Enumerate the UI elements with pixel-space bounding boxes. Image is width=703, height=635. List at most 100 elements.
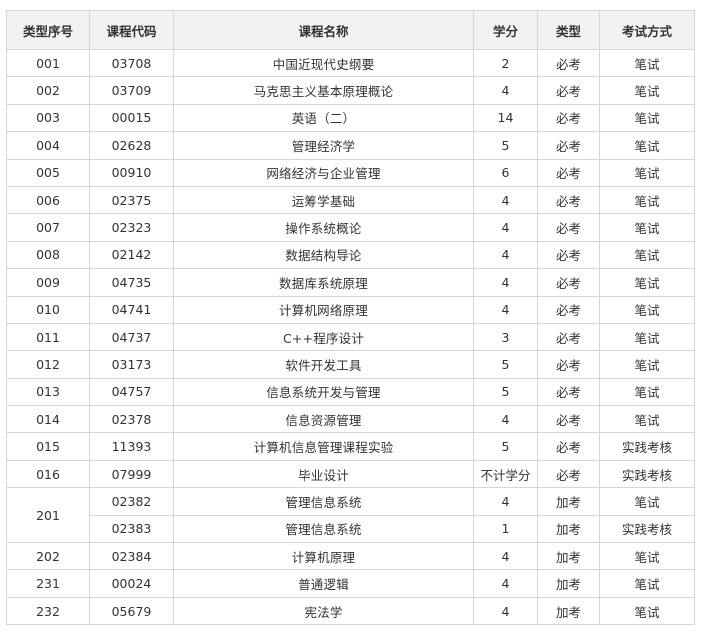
seq-cell: 202 — [6, 542, 90, 571]
name-cell: 信息资源管理 — [173, 405, 474, 434]
name-cell: 操作系统概论 — [173, 213, 474, 242]
exam-cell: 笔试 — [599, 569, 695, 598]
credit-cell: 5 — [473, 350, 538, 379]
credit-cell: 4 — [473, 487, 538, 516]
code-cell: 02378 — [89, 405, 174, 434]
credit-cell: 4 — [473, 295, 538, 324]
seq-cell: 232 — [6, 596, 90, 626]
name-cell: 英语（二） — [173, 103, 474, 133]
code-cell: 02628 — [89, 131, 174, 160]
credit-cell: 4 — [473, 569, 538, 598]
name-cell: 计算机网络原理 — [173, 295, 474, 324]
seq-cell: 013 — [6, 377, 90, 407]
table-row: 232 05679 宪法学 4 加考 笔试 — [6, 596, 695, 626]
seq-cell: 007 — [6, 213, 90, 242]
type-cell: 必考 — [537, 459, 600, 489]
header-name: 课程名称 — [173, 10, 474, 50]
type-cell: 必考 — [537, 268, 600, 297]
exam-cell: 笔试 — [599, 185, 695, 215]
name-cell: 数据库系统原理 — [173, 268, 474, 297]
name-cell: 管理经济学 — [173, 131, 474, 160]
header-type: 类型 — [537, 10, 600, 50]
credit-cell: 5 — [473, 131, 538, 160]
seq-cell: 008 — [6, 240, 90, 270]
name-cell: 计算机原理 — [173, 542, 474, 571]
type-cell: 必考 — [537, 377, 600, 407]
seq-cell: 012 — [6, 350, 90, 379]
type-cell: 必考 — [537, 131, 600, 160]
code-cell: 00015 — [89, 103, 174, 133]
table-row: 201 02382 管理信息系统 4 加考 笔试 — [6, 487, 695, 544]
exam-cell: 笔试 — [599, 542, 695, 571]
exam-cell: 笔试 — [599, 487, 695, 516]
name-cell: 数据结构导论 — [173, 240, 474, 270]
credit-cell: 14 — [473, 103, 538, 133]
credit-cell: 4 — [473, 596, 538, 626]
code-cell: 00910 — [89, 158, 174, 187]
name-cell: 软件开发工具 — [173, 350, 474, 379]
table-row: 010 04741 计算机网络原理 4 必考 笔试 — [6, 295, 695, 324]
name-cell: 运筹学基础 — [173, 185, 474, 215]
type-cell: 必考 — [537, 295, 600, 324]
credit-cell: 4 — [473, 240, 538, 270]
code-cell: 04757 — [89, 377, 174, 407]
name-cell: 马克思主义基本原理概论 — [173, 76, 474, 105]
seq-cell: 201 — [6, 487, 90, 544]
code-cell: 04741 — [89, 295, 174, 324]
exam-cell: 笔试 — [599, 268, 695, 297]
header-exam: 考试方式 — [599, 10, 695, 50]
table-row: 011 04737 C++程序设计 3 必考 笔试 — [6, 322, 695, 352]
exam-cell: 笔试 — [599, 240, 695, 270]
name-cell: 管理信息系统 — [173, 514, 474, 544]
code-cell: 04735 — [89, 268, 174, 297]
code-cell: 07999 — [89, 459, 174, 489]
seq-cell: 016 — [6, 459, 90, 489]
table-row: 006 02375 运筹学基础 4 必考 笔试 — [6, 185, 695, 215]
code-cell: 03708 — [89, 48, 174, 78]
name-cell: 中国近现代史纲要 — [173, 48, 474, 78]
type-cell: 必考 — [537, 48, 600, 78]
type-cell: 必考 — [537, 103, 600, 133]
credit-cell: 4 — [473, 185, 538, 215]
table-row: 001 03708 中国近现代史纲要 2 必考 笔试 — [6, 48, 695, 78]
type-cell: 加考 — [537, 487, 600, 516]
code-cell: 02382 — [89, 487, 174, 516]
type-cell: 必考 — [537, 185, 600, 215]
code-cell: 02142 — [89, 240, 174, 270]
type-cell: 必考 — [537, 240, 600, 270]
type-cell: 加考 — [537, 569, 600, 598]
credit-cell: 3 — [473, 322, 538, 352]
seq-cell: 006 — [6, 185, 90, 215]
exam-cell: 实践考核 — [599, 514, 695, 544]
code-cell: 00024 — [89, 569, 174, 598]
type-cell: 必考 — [537, 76, 600, 105]
table-row: 016 07999 毕业设计 不计学分 必考 实践考核 — [6, 459, 695, 489]
seq-cell: 015 — [6, 432, 90, 461]
credit-cell: 1 — [473, 514, 538, 544]
table-row: 015 11393 计算机信息管理课程实验 5 必考 实践考核 — [6, 432, 695, 461]
seq-cell: 004 — [6, 131, 90, 160]
name-cell: 普通逻辑 — [173, 569, 474, 598]
credit-cell: 4 — [473, 213, 538, 242]
header-code: 课程代码 — [89, 10, 174, 50]
code-cell: 02375 — [89, 185, 174, 215]
seq-cell: 011 — [6, 322, 90, 352]
code-cell: 11393 — [89, 432, 174, 461]
code-cell: 05679 — [89, 596, 174, 626]
code-cell: 02384 — [89, 542, 174, 571]
name-cell: 毕业设计 — [173, 459, 474, 489]
name-cell: 计算机信息管理课程实验 — [173, 432, 474, 461]
table-row: 231 00024 普通逻辑 4 加考 笔试 — [6, 569, 695, 598]
seq-cell: 010 — [6, 295, 90, 324]
code-cell: 02383 — [89, 514, 174, 544]
name-cell: 信息系统开发与管理 — [173, 377, 474, 407]
name-cell: 管理信息系统 — [173, 487, 474, 516]
seq-cell: 009 — [6, 268, 90, 297]
credit-cell: 6 — [473, 158, 538, 187]
type-cell: 必考 — [537, 432, 600, 461]
table-row: 007 02323 操作系统概论 4 必考 笔试 — [6, 213, 695, 242]
credit-cell: 不计学分 — [473, 459, 538, 489]
credit-cell: 2 — [473, 48, 538, 78]
header-seq: 类型序号 — [6, 10, 90, 50]
type-cell: 必考 — [537, 158, 600, 187]
